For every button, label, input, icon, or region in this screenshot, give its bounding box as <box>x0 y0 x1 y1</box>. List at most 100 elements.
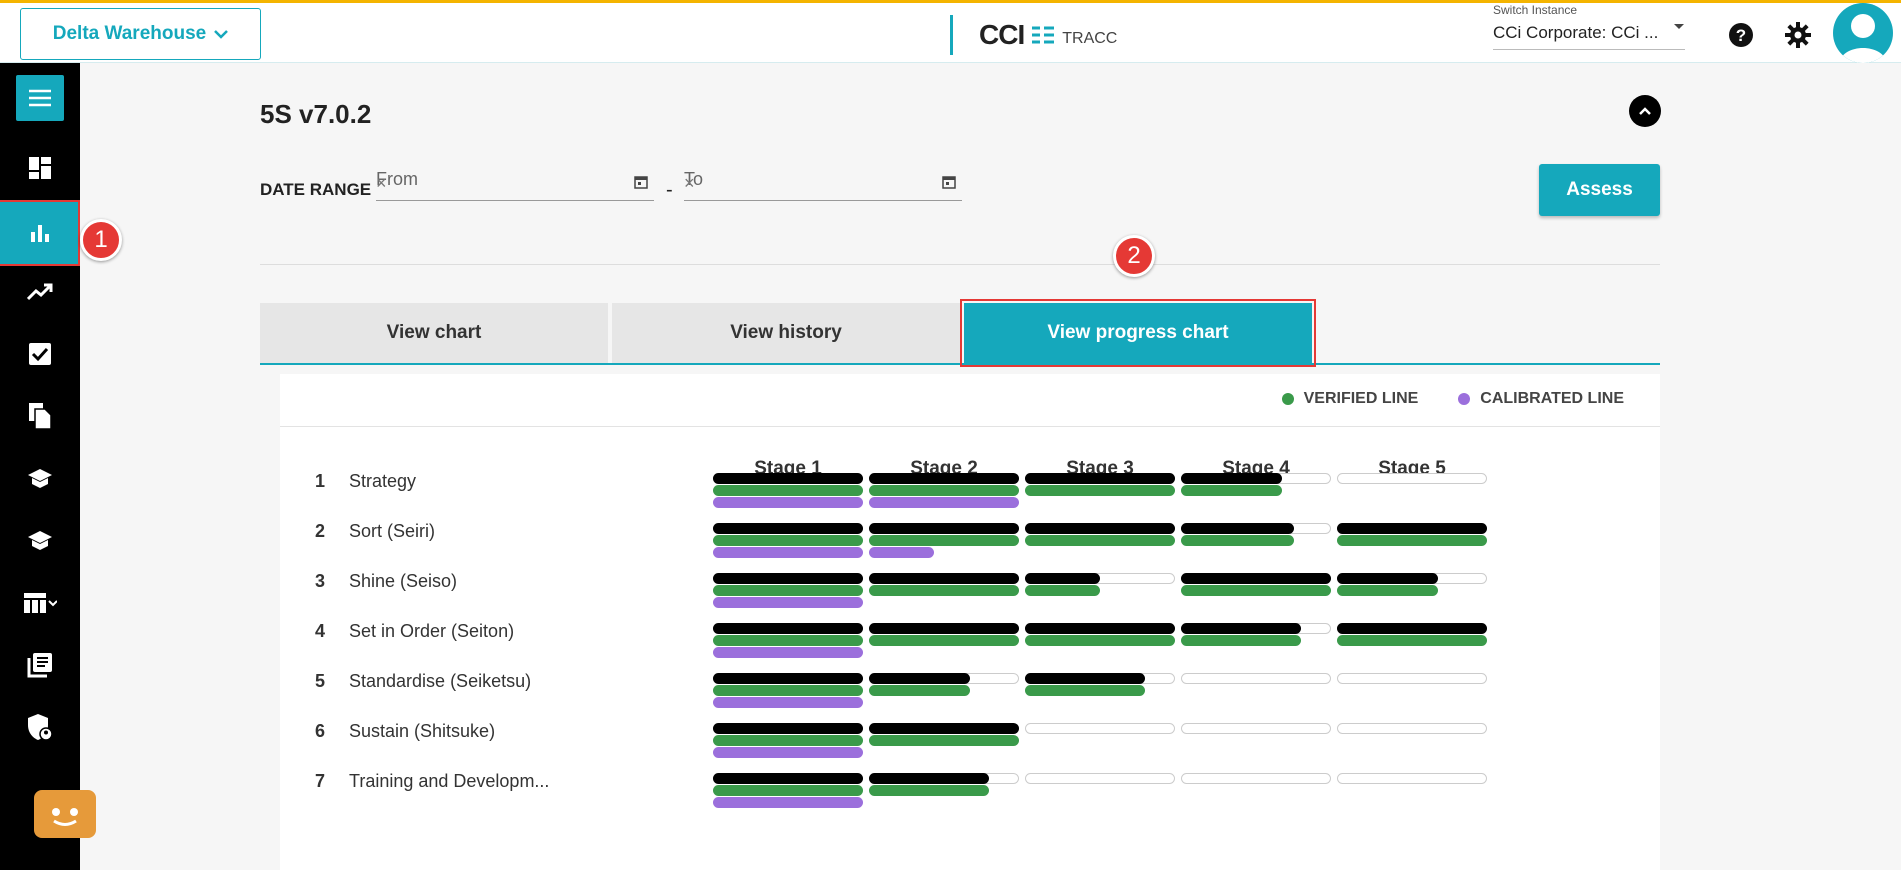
calibrated-line-bar <box>869 547 934 558</box>
date-to-field[interactable]: To × <box>684 167 962 201</box>
progress-fill <box>869 673 970 684</box>
chevron-down-icon <box>214 30 229 39</box>
verified-line-bar <box>869 635 1019 646</box>
collapse-button[interactable] <box>1629 95 1661 127</box>
assess-button[interactable]: Assess <box>1539 164 1660 216</box>
logo-mark-icon <box>1032 26 1055 44</box>
user-icon <box>1839 14 1887 63</box>
row-number: 7 <box>315 771 326 791</box>
progress-chart-panel: VERIFIED LINE CALIBRATED LINE Stage 1 Sta… <box>280 374 1660 870</box>
switch-instance-label: Switch Instance <box>1493 3 1578 17</box>
row-name: Standardise (Seiketsu) <box>349 671 532 691</box>
workspace-dropdown-button[interactable]: Delta Warehouse <box>20 8 261 60</box>
progress-fill <box>869 473 1019 484</box>
menu-icon <box>29 89 51 107</box>
table-chevron-icon <box>24 593 57 613</box>
progress-track <box>1337 673 1487 684</box>
view-tabs: View chart View history View progress ch… <box>260 299 1660 367</box>
bar-chart-icon <box>31 225 49 242</box>
legend-calibrated: CALIBRATED LINE <box>1458 390 1624 408</box>
progress-fill <box>1181 473 1282 484</box>
row-number: 2 <box>315 521 326 541</box>
chevron-up-icon <box>1639 107 1651 115</box>
verified-line-bar <box>1025 635 1175 646</box>
date-range-label: DATE RANGE <box>260 180 372 199</box>
progress-track <box>1025 573 1175 584</box>
clear-from-icon[interactable]: × <box>376 173 620 194</box>
sidebar-item-security[interactable] <box>0 699 80 755</box>
progress-track <box>1025 723 1175 734</box>
gear-icon[interactable] <box>1784 21 1812 49</box>
chat-bot-icon <box>52 808 78 826</box>
progress-track <box>1181 673 1331 684</box>
progress-track <box>1181 523 1331 534</box>
annotation-badge-1: 1 <box>80 219 122 261</box>
progress-track <box>1025 623 1175 634</box>
progress-track <box>713 773 863 784</box>
graduation-cap-icon <box>28 469 52 488</box>
tab-view-progress-chart[interactable]: View progress chart <box>960 299 1316 367</box>
progress-track <box>869 673 1019 684</box>
verified-line-bar <box>869 735 1019 746</box>
legend-verified: VERIFIED LINE <box>1281 390 1418 408</box>
row-number: 5 <box>315 671 326 691</box>
progress-fill <box>1025 673 1145 684</box>
checkbox-icon <box>29 343 51 365</box>
progress-track <box>1181 623 1331 634</box>
row-number: 6 <box>315 721 326 741</box>
progress-fill <box>869 723 1019 734</box>
calendar-icon[interactable] <box>942 175 956 189</box>
verified-line-bar <box>869 535 1019 546</box>
progress-fill <box>713 773 863 784</box>
sidebar-item-dashboard[interactable] <box>0 140 80 196</box>
sidebar-item-training[interactable] <box>0 513 80 569</box>
sidebar-item-documents[interactable] <box>0 388 80 444</box>
chart-legend: VERIFIED LINE CALIBRATED LINE <box>1281 390 1624 408</box>
row-name: Set in Order (Seiton) <box>349 621 515 641</box>
progress-track <box>869 623 1019 634</box>
switch-instance-select[interactable]: CCi Corporate: CCi ... <box>1493 23 1685 50</box>
divider <box>260 264 1660 265</box>
sidebar-item-learning[interactable] <box>0 451 80 507</box>
progress-track <box>1025 673 1175 684</box>
user-avatar[interactable] <box>1833 3 1893 63</box>
verified-line-bar <box>869 585 1019 596</box>
tab-view-chart[interactable]: View chart <box>260 303 608 363</box>
svg-text:?: ? <box>1736 26 1746 45</box>
sidebar-item-tasks[interactable] <box>0 326 80 382</box>
sidebar <box>0 63 80 870</box>
progress-track <box>1181 473 1331 484</box>
verified-line-bar <box>1025 485 1175 496</box>
progress-track <box>713 723 863 734</box>
sidebar-item-library[interactable] <box>0 637 80 693</box>
clear-to-icon[interactable]: × <box>684 173 928 194</box>
calibrated-line-bar <box>869 497 1019 508</box>
sidebar-item-charts[interactable] <box>0 205 80 261</box>
verified-line-bar <box>1025 685 1145 696</box>
verified-line-bar <box>1337 635 1487 646</box>
chat-assistant-button[interactable] <box>34 790 96 838</box>
progress-fill <box>869 523 1019 534</box>
verified-line-bar <box>713 785 863 796</box>
progress-track <box>869 773 1019 784</box>
shield-user-icon <box>28 714 53 741</box>
progress-fill <box>1181 623 1301 634</box>
verified-line-bar <box>869 685 970 696</box>
progress-fill <box>713 473 863 484</box>
hamburger-menu-button[interactable] <box>16 75 64 121</box>
calendar-icon[interactable] <box>634 175 648 189</box>
sidebar-item-tables[interactable] <box>0 575 80 631</box>
sidebar-item-trends[interactable] <box>0 264 80 320</box>
progress-track <box>713 523 863 534</box>
row-number: 3 <box>315 571 326 591</box>
tab-view-history[interactable]: View history <box>612 303 960 363</box>
page-title: 5S v7.0.2 <box>260 99 372 129</box>
date-from-field[interactable]: From × <box>376 167 654 201</box>
progress-fill <box>1025 523 1175 534</box>
row-name: Sort (Seiri) <box>349 521 436 541</box>
verified-line-bar <box>1181 535 1294 546</box>
calibrated-line-bar <box>713 697 863 708</box>
help-icon[interactable]: ? <box>1727 21 1755 49</box>
switch-instance[interactable]: Switch Instance CCi Corporate: CCi ... <box>1493 3 1685 50</box>
cci-tracc-logo: CCI TRACC <box>950 13 1117 57</box>
